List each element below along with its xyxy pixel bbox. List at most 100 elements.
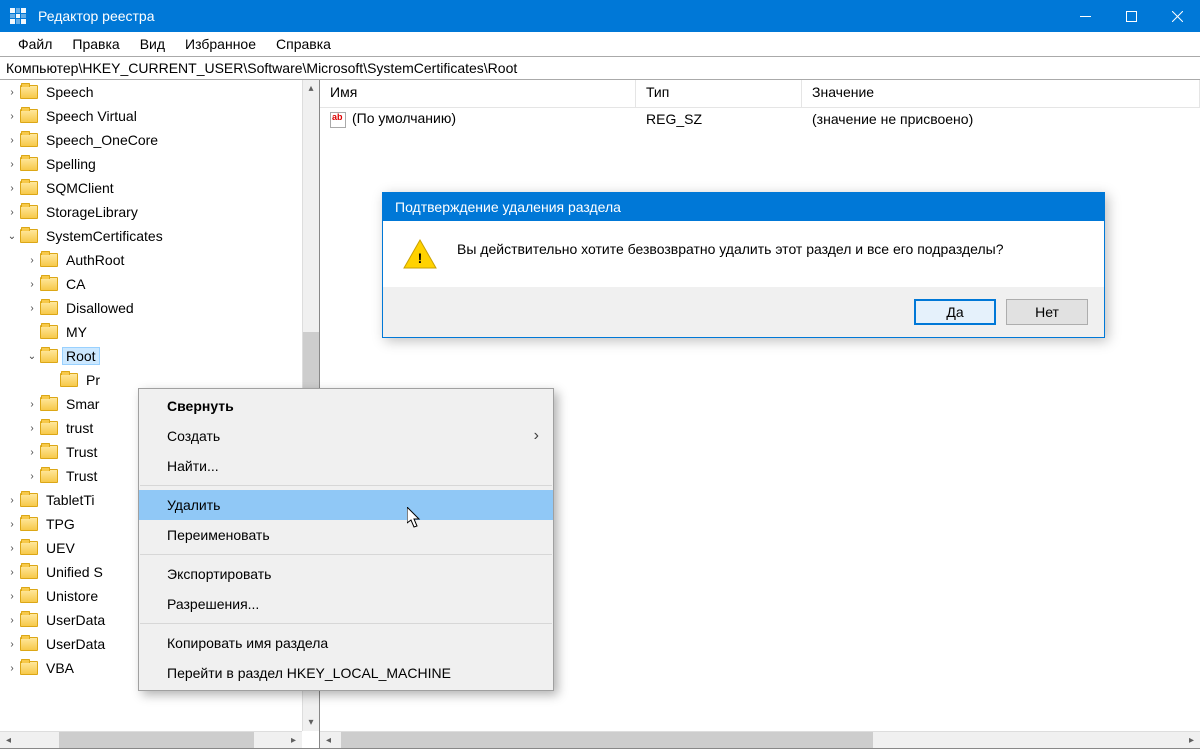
expand-icon[interactable]: ›	[4, 207, 20, 218]
titlebar[interactable]: Редактор реестра	[0, 0, 1200, 32]
expand-icon[interactable]: ›	[4, 543, 20, 554]
tree-item-label: VBA	[42, 659, 78, 677]
folder-icon	[40, 277, 58, 291]
collapse-icon[interactable]: ⌄	[24, 351, 40, 362]
scroll-right-arrow[interactable]: ▸	[1183, 732, 1200, 748]
expand-icon[interactable]: ›	[4, 183, 20, 194]
folder-icon	[20, 157, 38, 171]
folder-icon	[40, 469, 58, 483]
address-bar[interactable]: Компьютер\HKEY_CURRENT_USER\Software\Mic…	[0, 56, 1200, 80]
scroll-thumb[interactable]	[341, 732, 873, 748]
tree-horizontal-scrollbar[interactable]: ◂ ▸	[0, 731, 302, 748]
menu-view[interactable]: Вид	[130, 34, 175, 54]
scroll-right-arrow[interactable]: ▸	[285, 732, 302, 748]
menu-favorites[interactable]: Избранное	[175, 34, 266, 54]
expand-icon[interactable]: ›	[24, 471, 40, 482]
tree-item[interactable]: ›AuthRoot	[0, 248, 319, 272]
tree-item[interactable]: › Speech_OneCore	[0, 128, 319, 152]
value-name: (По умолчанию)	[320, 110, 636, 127]
folder-icon	[20, 613, 38, 627]
values-horizontal-scrollbar[interactable]: ◂ ▸	[320, 731, 1200, 748]
expand-icon[interactable]: ›	[4, 519, 20, 530]
tree-item[interactable]: ⌄ Root	[0, 344, 319, 368]
folder-icon	[20, 133, 38, 147]
folder-icon	[60, 373, 78, 387]
expand-icon[interactable]: ›	[24, 255, 40, 266]
expand-icon[interactable]: ›	[4, 639, 20, 650]
folder-icon	[20, 589, 38, 603]
scroll-left-arrow[interactable]: ◂	[0, 732, 17, 748]
expand-icon[interactable]: ›	[4, 663, 20, 674]
tree-item[interactable]: ›CA	[0, 272, 319, 296]
warning-icon: !	[403, 239, 437, 269]
expand-icon[interactable]: ›	[4, 615, 20, 626]
folder-icon	[20, 205, 38, 219]
expand-icon[interactable]: ›	[4, 111, 20, 122]
tree-item[interactable]: ›Spelling	[0, 152, 319, 176]
expand-icon[interactable]: ›	[24, 279, 40, 290]
tree-item[interactable]: › Speech	[0, 80, 319, 104]
context-menu-item[interactable]: Удалить	[139, 490, 553, 520]
tree-item-label: Unistore	[42, 587, 102, 605]
tree-item[interactable]: ›Speech Virtual	[0, 104, 319, 128]
col-type[interactable]: Тип	[636, 80, 802, 107]
dialog-title[interactable]: Подтверждение удаления раздела	[383, 193, 1104, 221]
scroll-down-arrow[interactable]: ▾	[303, 714, 319, 731]
tree-item-label: UserData	[42, 611, 109, 629]
collapse-icon[interactable]: ⌄	[4, 231, 20, 242]
tree-item[interactable]: ›SQMClient	[0, 176, 319, 200]
tree-item-label: Trust	[62, 443, 101, 461]
menu-file[interactable]: Файл	[8, 34, 62, 54]
confirm-delete-dialog: Подтверждение удаления раздела ! Вы дейс…	[382, 192, 1105, 338]
window-title: Редактор реестра	[38, 8, 1062, 24]
expand-icon[interactable]: ›	[24, 423, 40, 434]
minimize-button[interactable]	[1062, 0, 1108, 32]
expand-icon[interactable]: ›	[4, 87, 20, 98]
tree-item-label: Speech	[42, 83, 97, 101]
expand-icon[interactable]: ›	[4, 135, 20, 146]
expand-icon[interactable]: ›	[4, 159, 20, 170]
context-menu-item[interactable]: Свернуть	[139, 391, 553, 421]
context-menu-item[interactable]: Найти...	[139, 451, 553, 481]
maximize-button[interactable]	[1108, 0, 1154, 32]
context-menu-item[interactable]: Копировать имя раздела	[139, 628, 553, 658]
tree-item[interactable]: MY	[0, 320, 319, 344]
expand-icon[interactable]: ›	[24, 303, 40, 314]
col-name[interactable]: Имя	[320, 80, 636, 107]
expand-icon[interactable]: ›	[4, 495, 20, 506]
menu-separator	[140, 623, 552, 624]
tree-item-label: trust	[62, 419, 97, 437]
yes-button[interactable]: Да	[914, 299, 996, 325]
expand-icon[interactable]: ›	[24, 399, 40, 410]
dialog-message: Вы действительно хотите безвозвратно уда…	[457, 239, 1004, 257]
scroll-left-arrow[interactable]: ◂	[320, 732, 337, 748]
close-button[interactable]	[1154, 0, 1200, 32]
value-row[interactable]: (По умолчанию) REG_SZ (значение не присв…	[320, 108, 1200, 130]
expand-icon[interactable]: ›	[4, 591, 20, 602]
tree-item[interactable]: ›StorageLibrary	[0, 200, 319, 224]
values-header: Имя Тип Значение	[320, 80, 1200, 108]
col-value[interactable]: Значение	[802, 80, 1200, 107]
scroll-thumb[interactable]	[59, 732, 254, 748]
context-menu-item[interactable]: Экспортировать	[139, 559, 553, 589]
menu-edit[interactable]: Правка	[62, 34, 129, 54]
context-menu-item[interactable]: Разрешения...	[139, 589, 553, 619]
tree-item[interactable]: ›Disallowed	[0, 296, 319, 320]
folder-icon	[40, 445, 58, 459]
context-menu-item[interactable]: Создать	[139, 421, 553, 451]
no-button[interactable]: Нет	[1006, 299, 1088, 325]
expand-icon[interactable]: ›	[4, 567, 20, 578]
expand-icon[interactable]: ›	[24, 447, 40, 458]
folder-icon	[40, 421, 58, 435]
tree-item-label: Root	[62, 347, 100, 365]
tree-item[interactable]: ⌄SystemCertificates	[0, 224, 319, 248]
menu-help[interactable]: Справка	[266, 34, 341, 54]
context-menu: СвернутьСоздатьНайти... УдалитьПереименов…	[138, 388, 554, 691]
folder-icon	[40, 253, 58, 267]
folder-icon	[20, 637, 38, 651]
tree-item-label: Speech_OneCore	[42, 131, 162, 149]
scroll-up-arrow[interactable]: ▴	[303, 80, 319, 97]
context-menu-item[interactable]: Переименовать	[139, 520, 553, 550]
tree-item-label: UserData	[42, 635, 109, 653]
context-menu-item[interactable]: Перейти в раздел HKEY_LOCAL_MACHINE	[139, 658, 553, 688]
